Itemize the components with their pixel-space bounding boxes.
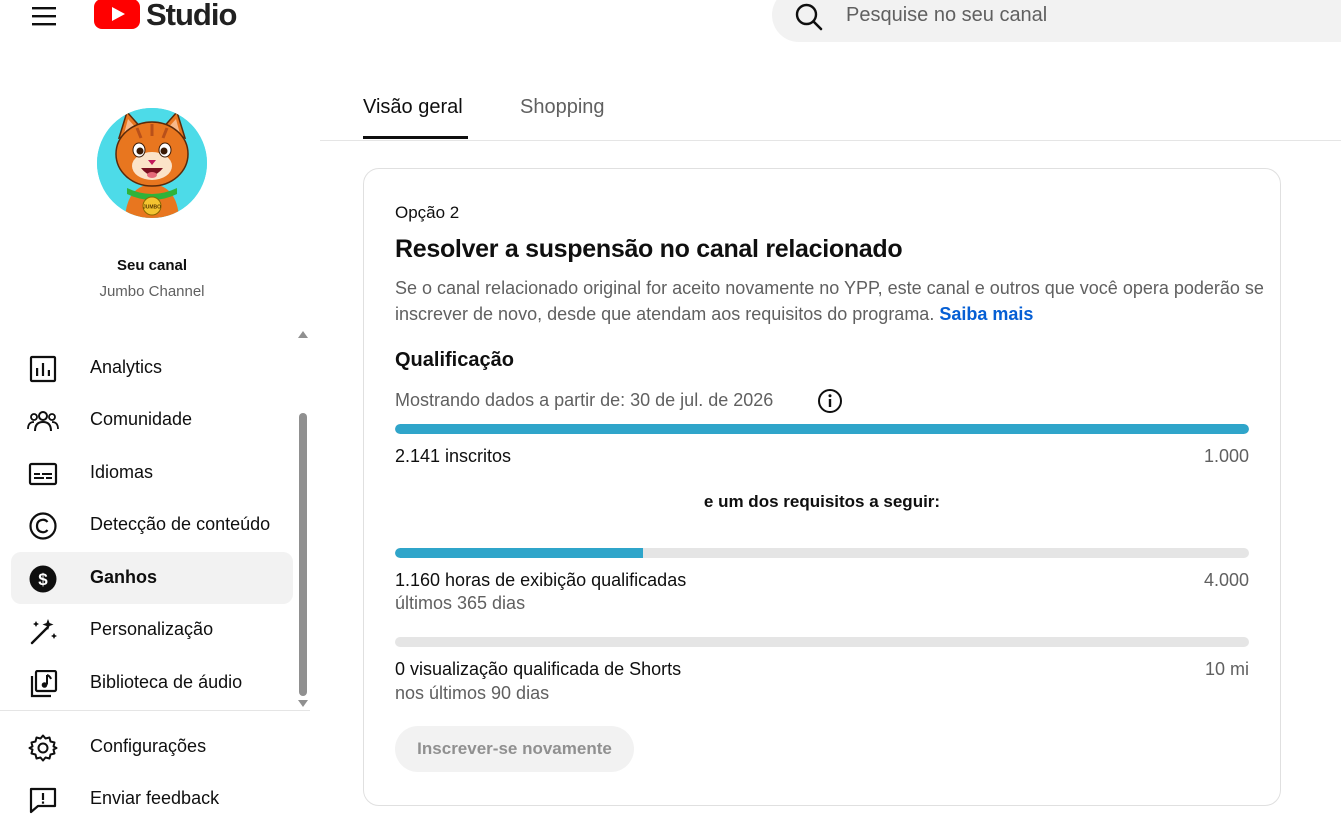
copyright-icon bbox=[29, 512, 57, 540]
watch-hours-progress-bar bbox=[395, 548, 1249, 558]
watch-hours-period: últimos 365 dias bbox=[395, 593, 526, 613]
search-input[interactable]: Pesquise no seu canal bbox=[846, 4, 1047, 27]
data-date-text: Mostrando dados a partir de: 30 de jul. … bbox=[395, 390, 774, 410]
shorts-views-target: 10 mi bbox=[1204, 659, 1249, 679]
qualification-heading: Qualificação bbox=[395, 349, 514, 371]
option-label: Opção 2 bbox=[395, 203, 460, 222]
logo-text: Studio bbox=[146, 0, 237, 32]
channel-name: Jumbo Channel bbox=[99, 283, 205, 300]
channel-avatar[interactable]: JUMBO bbox=[97, 108, 207, 218]
sidebar-item-customization[interactable]: Personalização bbox=[11, 604, 293, 656]
studio-logo[interactable]: Studio bbox=[94, 0, 237, 32]
sidebar-item-feedback[interactable]: Enviar feedback bbox=[11, 773, 293, 825]
scroll-down-arrow[interactable] bbox=[298, 700, 308, 707]
shorts-views-count: 0 visualização qualificada de Shorts bbox=[395, 659, 682, 679]
search-bar[interactable]: Pesquise no seu canal bbox=[772, 0, 1341, 42]
description-text: Se o canal relacionado original for acei… bbox=[395, 278, 1264, 324]
sidebar-item-label: Enviar feedback bbox=[90, 788, 220, 808]
sidebar-item-label: Detecção de conteúdo bbox=[90, 514, 271, 534]
magic-wand-icon bbox=[30, 619, 57, 645]
subtitles-icon bbox=[28, 462, 58, 486]
sidebar-item-label: Personalização bbox=[90, 619, 214, 639]
requirement-text: e um dos requisitos a seguir: bbox=[703, 492, 941, 511]
watch-hours-progress-fill bbox=[395, 548, 643, 558]
sidebar-item-label: Comunidade bbox=[90, 409, 193, 429]
sidebar-scrollbar[interactable] bbox=[299, 413, 307, 696]
sidebar-item-label: Analytics bbox=[90, 357, 163, 377]
sidebar-item-label: Ganhos bbox=[90, 567, 158, 587]
svg-text:JUMBO: JUMBO bbox=[143, 205, 161, 211]
svg-text:$: $ bbox=[38, 570, 48, 589]
subscribers-target: 1.000 bbox=[1203, 446, 1249, 466]
sidebar-divider bbox=[0, 710, 310, 711]
watch-hours-target: 4.000 bbox=[1203, 570, 1249, 590]
sidebar-item-label: Biblioteca de áudio bbox=[90, 672, 243, 692]
reapply-button[interactable]: Inscrever-se novamente bbox=[395, 726, 634, 772]
watch-hours-count: 1.160 horas de exibição qualificadas bbox=[395, 570, 687, 590]
tab-overview[interactable]: Visão geral bbox=[363, 96, 463, 119]
sidebar-item-audio-library[interactable]: Biblioteca de áudio bbox=[11, 657, 293, 709]
youtube-logo-icon bbox=[94, 0, 140, 29]
analytics-icon bbox=[29, 355, 57, 383]
feedback-icon bbox=[29, 787, 57, 814]
subscribers-progress-bar bbox=[395, 424, 1249, 434]
search-icon[interactable] bbox=[794, 2, 824, 32]
shorts-progress-bar bbox=[395, 637, 1249, 647]
active-tab-indicator bbox=[363, 136, 468, 139]
card-description: Se o canal relacionado original for acei… bbox=[395, 275, 1265, 327]
subscribers-count: 2.141 inscritos bbox=[395, 446, 512, 466]
dollar-icon: $ bbox=[29, 565, 57, 593]
community-icon bbox=[27, 411, 59, 432]
scroll-up-arrow[interactable] bbox=[298, 331, 308, 338]
sidebar-item-earnings[interactable]: $ Ganhos bbox=[11, 552, 293, 604]
tab-shopping[interactable]: Shopping bbox=[520, 96, 605, 119]
sidebar-item-content-detection[interactable]: Detecção de conteúdo bbox=[11, 499, 293, 551]
learn-more-link[interactable]: Saiba mais bbox=[939, 304, 1033, 324]
audio-library-icon bbox=[30, 670, 58, 698]
sidebar-item-analytics[interactable]: Analytics bbox=[11, 342, 293, 394]
sidebar-item-label: Configurações bbox=[90, 736, 207, 756]
gear-icon bbox=[28, 734, 58, 762]
sidebar-item-languages[interactable]: Idiomas bbox=[11, 447, 293, 499]
shorts-views-period: nos últimos 90 dias bbox=[395, 683, 550, 703]
tabs-divider bbox=[320, 140, 1341, 141]
sidebar-item-label: Idiomas bbox=[90, 462, 154, 482]
info-icon[interactable] bbox=[817, 388, 843, 414]
subscribers-progress-fill bbox=[395, 424, 1249, 434]
sidebar-item-community[interactable]: Comunidade bbox=[11, 394, 293, 446]
sidebar-item-settings[interactable]: Configurações bbox=[11, 721, 293, 773]
menu-icon[interactable] bbox=[30, 4, 60, 28]
channel-label: Seu canal bbox=[116, 257, 188, 274]
card-title: Resolver a suspensão no canal relacionad… bbox=[395, 235, 903, 263]
